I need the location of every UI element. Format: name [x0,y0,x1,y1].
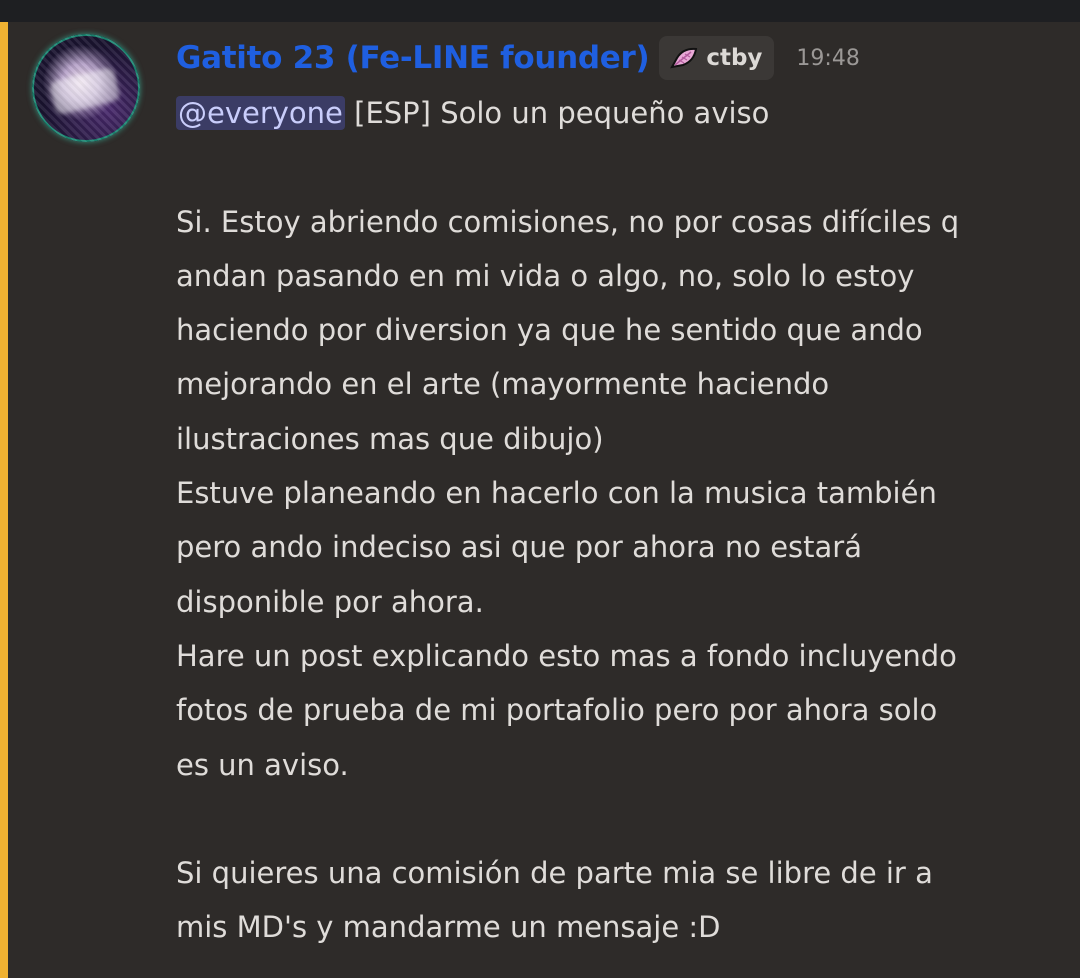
server-tag[interactable]: ctby [659,36,775,80]
message-body: Si. Estoy abriendo comisiones, no por co… [176,140,1056,954]
everyone-mention[interactable]: @everyone [176,96,345,130]
message-header: Gatito 23 (Fe-LINE founder) ctby 19:48 [176,36,860,80]
top-bar [0,0,1080,22]
message-first-line: [ESP] Solo un pequeño aviso [344,96,770,130]
message-line: Hare un post explicando esto mas a fondo… [176,638,957,673]
message-line: es un aviso. [176,747,349,782]
message-line: ilustraciones mas que dibujo) [176,421,604,456]
message-line: Si quieres una comisión de parte mia se … [176,856,933,891]
message-line: pero ando indeciso asi que por ahora no … [176,530,863,565]
message-line: mejorando en el arte (mayormente haciend… [176,367,830,402]
message-line [176,792,1056,846]
message-line: fotos de prueba de mi portafolio pero po… [176,693,938,728]
message-line: Estuve planeando en hacerlo con la music… [176,476,937,511]
message-line: haciendo por diversion ya que he sentido… [176,313,923,348]
mention-highlight-stripe [0,22,8,978]
chat-message: Gatito 23 (Fe-LINE founder) ctby 19:48 @… [8,22,1080,978]
author-name[interactable]: Gatito 23 (Fe-LINE founder) [176,40,650,76]
message-line: disponible por ahora. [176,584,484,619]
avatar[interactable] [32,34,140,142]
message-line: Si. Estoy abriendo comisiones, no por co… [176,204,960,239]
pink-feather-icon [670,47,698,69]
message-timestamp[interactable]: 19:48 [796,46,859,71]
message-line: mis MD's y mandarme un mensaje :D [176,910,721,945]
message-line [176,140,1056,194]
server-tag-label: ctby [706,45,763,71]
message-line: andan pasando en mi vida o algo, no, sol… [176,258,915,293]
message-content: @everyone [ESP] Solo un pequeño aviso Si.… [176,86,1056,955]
